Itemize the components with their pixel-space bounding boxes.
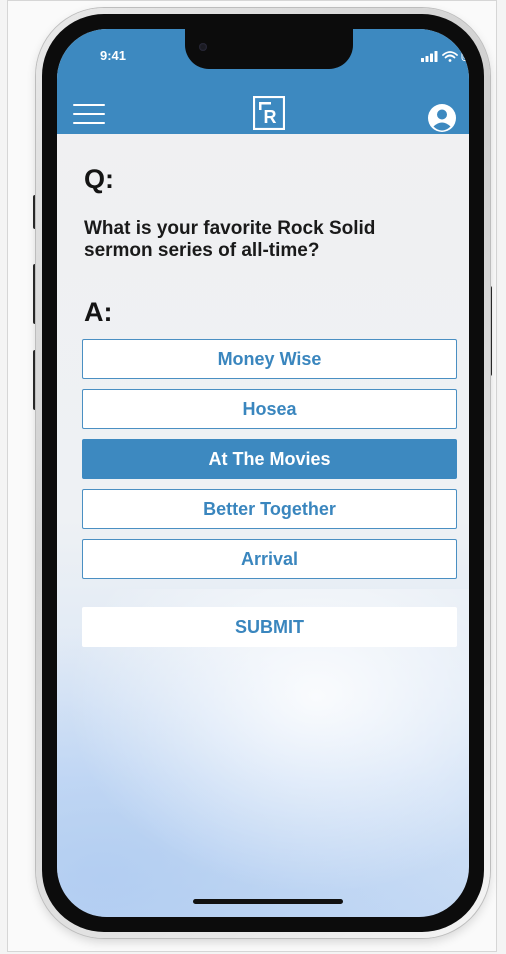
phone-body: 9:41 R Q: What is your favorite Rock Sol… <box>36 8 490 938</box>
app-screen: 9:41 R Q: What is your favorite Rock Sol… <box>57 29 469 917</box>
submit-button[interactable]: SUBMIT <box>82 607 457 647</box>
option-better-together[interactable]: Better Together <box>82 489 457 529</box>
phone-notch <box>185 29 353 69</box>
wifi-icon <box>442 51 458 62</box>
question-label: Q: <box>84 164 114 194</box>
option-money-wise[interactable]: Money Wise <box>82 339 457 379</box>
status-time: 9:41 <box>100 48 127 63</box>
answer-label: A: <box>84 297 113 327</box>
battery-icon <box>461 51 469 61</box>
phone-bezel: 9:41 R Q: What is your favorite Rock Sol… <box>42 14 484 932</box>
option-arrival[interactable]: Arrival <box>82 539 457 579</box>
logo-icon[interactable]: R <box>253 96 285 130</box>
option-hosea[interactable]: Hosea <box>82 389 457 429</box>
option-at-the-movies[interactable]: At The Movies <box>82 439 457 479</box>
front-camera <box>199 43 207 51</box>
profile-icon[interactable] <box>427 103 457 133</box>
question-text: What is your favorite Rock Solid sermon … <box>84 218 376 261</box>
status-icons <box>421 51 469 62</box>
signal-icon <box>421 51 438 62</box>
logo-letter: R <box>264 107 277 127</box>
hamburger-menu-icon[interactable] <box>73 104 105 124</box>
answer-options: Money Wise Hosea At The Movies Better To… <box>82 339 457 589</box>
home-indicator[interactable] <box>193 899 343 904</box>
